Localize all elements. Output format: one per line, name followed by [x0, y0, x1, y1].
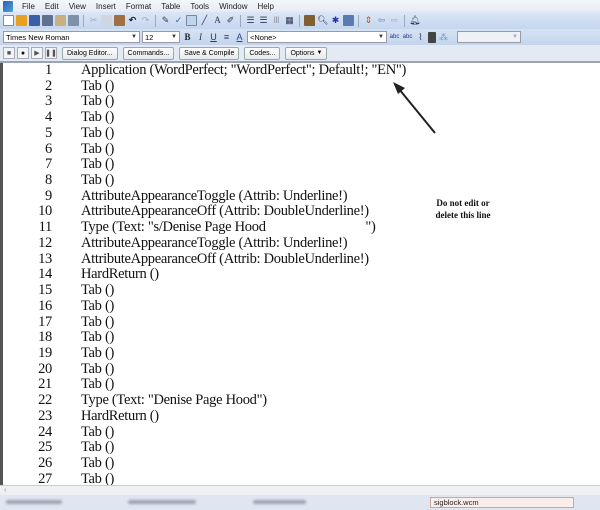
justification-icon[interactable]: ≡: [221, 32, 232, 43]
divider: [358, 14, 359, 27]
zoom-icon[interactable]: 🔍︎: [317, 15, 328, 26]
navigation-icon[interactable]: ⇕: [363, 15, 374, 26]
property-bar: Times New Roman ▼ 12 ▼ B I U ≡ A <None> ▼ a…: [0, 29, 600, 45]
shadow-icon[interactable]: [428, 31, 436, 43]
menu-format[interactable]: Format: [121, 2, 156, 11]
record-icon[interactable]: ●: [17, 47, 29, 59]
font-family-select[interactable]: Times New Roman ▼: [3, 31, 140, 43]
outdent-icon[interactable]: abc: [402, 32, 413, 43]
document-tabs-bar: sigblock.wcm: [0, 495, 600, 510]
chevron-down-icon: ▼: [131, 34, 137, 40]
fill-icon[interactable]: ⌇: [415, 32, 426, 43]
chevron-down-icon: ▼: [512, 34, 518, 40]
font-size-value: 12: [145, 32, 154, 42]
font-size-select[interactable]: 12 ▼: [142, 31, 180, 43]
document-tab-blurred[interactable]: [6, 500, 62, 504]
stop-icon[interactable]: ■: [3, 47, 15, 59]
grammar-icon[interactable]: ✓: [173, 15, 184, 26]
divider: [240, 14, 241, 27]
menu-bar: File Edit View Insert Format Table Tools…: [0, 0, 600, 12]
underline-icon[interactable]: U: [208, 32, 219, 43]
wordperfect-logo-icon: [3, 0, 13, 12]
chevron-down-icon: ▼: [316, 50, 323, 56]
play-icon[interactable]: ▶: [31, 47, 43, 59]
annotation-line-2: delete this line: [435, 210, 491, 220]
symbols-icon[interactable]: ✱: [330, 15, 341, 26]
annotation-note: Do not edit or delete this line: [423, 197, 503, 221]
style-value: <None>: [250, 32, 277, 42]
menu-tools[interactable]: Tools: [185, 2, 214, 11]
divider: [83, 14, 84, 27]
numbering-icon[interactable]: ☰: [245, 15, 256, 26]
divider: [299, 14, 300, 27]
empty-select[interactable]: ▼: [457, 31, 521, 43]
pause-icon[interactable]: ❚❚: [45, 47, 57, 59]
save-compile-button[interactable]: Save & Compile: [179, 46, 240, 60]
font-color-icon[interactable]: A: [234, 32, 245, 43]
menu-insert[interactable]: Insert: [91, 2, 121, 11]
calculator-icon[interactable]: [343, 15, 354, 26]
menu-edit[interactable]: Edit: [40, 2, 64, 11]
redo-icon[interactable]: ↷: [140, 15, 151, 26]
spellcheck-icon[interactable]: ✎: [160, 15, 171, 26]
divider: [155, 14, 156, 27]
draw-line-icon[interactable]: ╱: [199, 15, 210, 26]
scroll-left-icon[interactable]: ‹: [4, 487, 6, 494]
bullets-icon[interactable]: ☰: [258, 15, 269, 26]
macro-editor[interactable]: 1 Application (WordPerfect; "WordPerfect"…: [0, 63, 600, 485]
main-toolbar: ✂ ↶ ↷ ✎ ✓ ╱ A ✐ ☰ ☰ Ⅲ ▦ 🔍︎ ✱ ⇕ ⇦ ⇨ 🔔︎: [0, 12, 600, 29]
highlight-icon[interactable]: ✐: [225, 15, 236, 26]
table-icon[interactable]: ▦: [284, 15, 295, 26]
alert-bell-icon[interactable]: 🔔︎: [409, 15, 420, 26]
menu-window[interactable]: Window: [214, 2, 252, 11]
object-icon[interactable]: ⁂: [438, 32, 449, 43]
macro-toolbar: ■ ● ▶ ❚❚ Dialog Editor... Commands... Sa…: [0, 45, 600, 63]
menu-view[interactable]: View: [64, 2, 91, 11]
commands-button[interactable]: Commands...: [122, 46, 175, 60]
options-label: Options: [290, 49, 315, 57]
codes-button[interactable]: Codes...: [244, 46, 281, 60]
print-preview-icon[interactable]: [55, 15, 66, 26]
annotation-arrow: [393, 82, 436, 134]
new-document-icon[interactable]: [3, 15, 14, 26]
chevron-down-icon: ▼: [171, 34, 177, 40]
print-icon[interactable]: [42, 15, 53, 26]
textart-icon[interactable]: A: [212, 15, 223, 26]
horizontal-scrollbar[interactable]: ‹: [0, 485, 600, 495]
active-file-tab[interactable]: sigblock.wcm: [430, 497, 574, 508]
italic-icon[interactable]: I: [195, 32, 206, 43]
open-icon[interactable]: [16, 15, 27, 26]
menu-help[interactable]: Help: [253, 2, 279, 11]
document-tab-blurred[interactable]: [128, 500, 196, 504]
menu-table[interactable]: Table: [156, 2, 185, 11]
menu-file[interactable]: File: [17, 2, 40, 11]
annotation-line-1: Do not edit or: [436, 198, 490, 208]
bold-icon[interactable]: B: [182, 32, 193, 43]
divider: [404, 14, 405, 27]
clipart-icon[interactable]: [186, 15, 197, 26]
save-icon[interactable]: [29, 15, 40, 26]
style-select[interactable]: <None> ▼: [247, 31, 387, 43]
fax-icon[interactable]: [68, 15, 79, 26]
back-icon[interactable]: ⇦: [376, 15, 387, 26]
paste-icon[interactable]: [114, 15, 125, 26]
forward-icon[interactable]: ⇨: [389, 15, 400, 26]
document-tab-blurred[interactable]: [253, 500, 306, 504]
cut-icon[interactable]: ✂: [88, 15, 99, 26]
options-button[interactable]: Options ▼: [285, 46, 328, 60]
undo-icon[interactable]: ↶: [127, 15, 138, 26]
font-family-value: Times New Roman: [6, 32, 70, 42]
indent-icon[interactable]: abc: [389, 32, 400, 43]
dialog-editor-button[interactable]: Dialog Editor...: [62, 46, 118, 60]
book-icon[interactable]: [304, 15, 315, 26]
copy-icon[interactable]: [101, 15, 112, 26]
columns-icon[interactable]: Ⅲ: [271, 15, 282, 26]
chevron-down-icon: ▼: [378, 34, 384, 40]
